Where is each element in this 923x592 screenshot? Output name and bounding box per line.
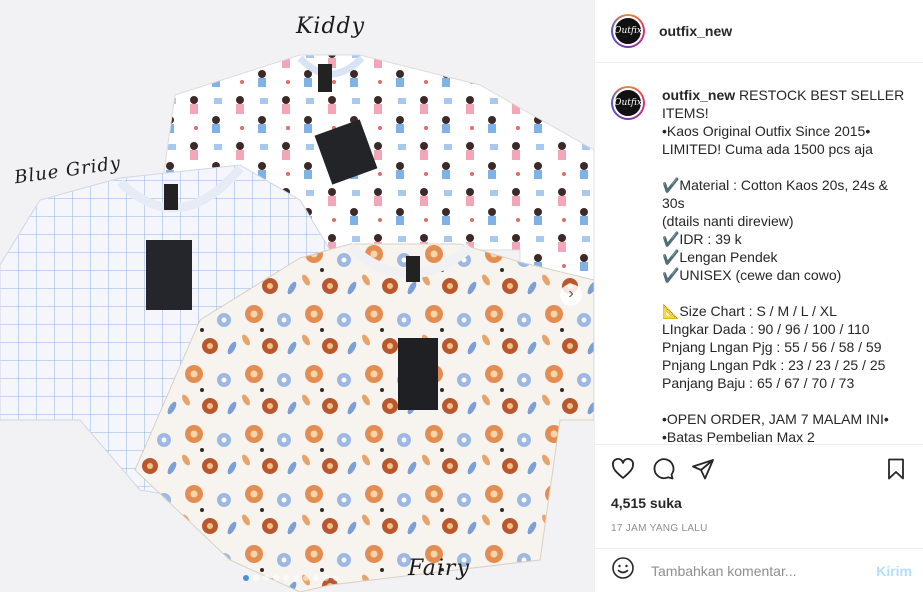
caption-line: ✔️UNISEX (cewe dan cowo) [662,267,842,283]
post-header: Outfix outfix_new [595,0,923,63]
caption-line [662,158,908,176]
caption-line: •Kaos Original Outfix Since 2015• [662,123,871,139]
carousel-dot [323,575,329,581]
caption-line: ✔️Lengan Pendek [662,249,778,265]
like-count[interactable]: 4,515 suka [611,495,908,511]
carousel-dot [253,575,259,581]
caption-line [662,392,908,410]
caption-section[interactable]: Outfix outfix_new RESTOCK BEST SELLER IT… [595,64,923,444]
caption-line: •OPEN ORDER, JAM 7 MALAM INI• [662,411,889,427]
caption-line: •Batas Pembelian Max 2 [662,429,815,444]
header-username[interactable]: outfix_new [659,23,732,39]
caption-body: •Kaos Original Outfix Since 2015• LIMITED… [662,122,908,444]
carousel-dot [293,575,299,581]
carousel-indicator [243,575,339,581]
caption-line: LIMITED! Cuma ada 1500 pcs aja [662,141,873,157]
carousel-dot [243,575,249,581]
caption-username[interactable]: outfix_new [662,87,735,103]
avatar-logo: Outfix [613,16,643,46]
caption-line: Panjang Baju : 65 / 67 / 70 / 73 [662,375,855,391]
caption-first-line: outfix_new RESTOCK BEST SELLER ITEMS! [662,86,908,122]
comment-input[interactable] [651,562,877,579]
caption-avatar-logo: Outfix [613,88,643,118]
caption-line: Pnjang Lngan Pjg : 55 / 56 / 58 / 59 [662,339,882,355]
action-icons [611,445,908,493]
post-side-panel: Outfix outfix_new Outfix outfix_new REST… [594,0,923,592]
post-actions: 4,515 suka 17 JAM YANG LALU [595,444,923,548]
post-comment-button[interactable]: Kirim [876,563,912,579]
share-button[interactable] [691,449,731,489]
comment-icon [653,458,675,480]
caption-text: outfix_new RESTOCK BEST SELLER ITEMS! •K… [662,86,908,444]
share-icon [692,459,714,480]
caption-line: ✔️IDR : 39 k [662,231,742,247]
caption-line: LIngkar Dada : 90 / 96 / 100 / 110 [662,321,870,337]
comment-button[interactable] [651,449,691,489]
label-kiddy: Kiddy [296,14,366,39]
carousel-dot [263,575,269,581]
bookmark-icon [888,458,904,480]
carousel-dot [333,575,339,581]
emoji-button[interactable] [611,556,635,585]
product-photo [0,54,594,592]
comment-bar: Kirim [595,548,923,592]
chevron-right-icon: › [568,285,574,302]
post-image[interactable]: Kiddy Blue Gridy Fairy › [0,0,594,592]
caption-line: Pnjang Lngan Pdk : 23 / 23 / 25 / 25 [662,357,886,373]
avatar[interactable]: Outfix [611,14,645,48]
carousel-dot [313,575,319,581]
carousel-dot [283,575,289,581]
caption-line: (dtails nanti direview) [662,213,794,229]
carousel-next-button[interactable]: › [560,284,582,306]
carousel-dot [273,575,279,581]
caption-avatar[interactable]: Outfix [611,86,645,120]
label-fairy: Fairy [408,556,470,581]
post-timestamp[interactable]: 17 JAM YANG LALU [611,523,908,534]
carousel-dot [303,575,309,581]
like-button[interactable] [611,449,651,489]
caption-line [662,284,908,302]
save-button[interactable] [868,449,908,489]
emoji-icon [612,557,634,579]
caption-line: ✔️Material : Cotton Kaos 20s, 24s & 30s [662,177,892,211]
heart-icon [612,458,634,479]
caption-line: 📐Size Chart : S / M / L / XL [662,303,837,319]
